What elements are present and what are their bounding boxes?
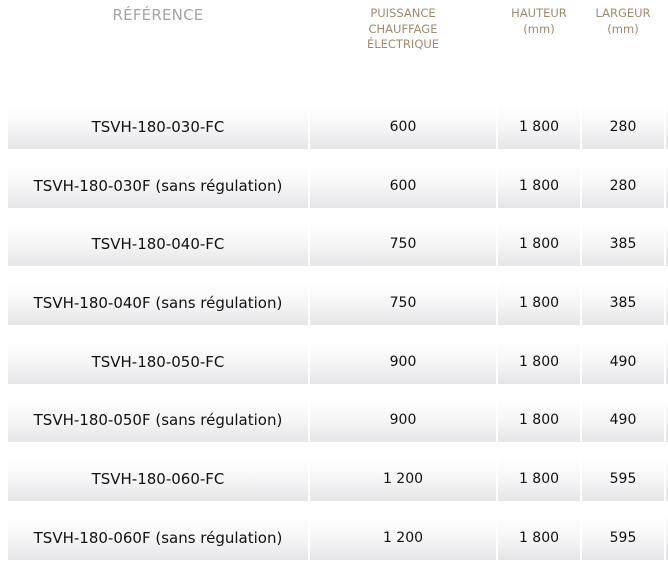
header-hauteur: HAUTEUR (mm) [498, 6, 580, 37]
header-puissance-line: CHAUFFAGE [368, 21, 438, 36]
cell-reference: TSVH-180-050-FC [8, 339, 308, 384]
table-row: TSVH-180-040-FC 750 1 800 385 [0, 214, 668, 273]
cell-puissance: 900 [310, 339, 496, 384]
cell-hauteur: 1 800 [498, 281, 580, 326]
cell-largeur: 490 [582, 398, 664, 443]
cell-hauteur: 1 800 [498, 222, 580, 267]
cell-largeur: 490 [582, 339, 664, 384]
table-header: RÉFÉRENCE PUISSANCE CHAUFFAGE ÉLECTRIQUE… [0, 0, 668, 100]
cell-largeur: 385 [582, 281, 664, 326]
cell-puissance: 900 [310, 398, 496, 443]
cell-puissance: 600 [310, 163, 496, 208]
cell-puissance: 750 [310, 281, 496, 326]
cell-largeur: 595 [582, 515, 664, 560]
header-largeur-line: LARGEUR [595, 6, 651, 20]
cell-puissance: 1 200 [310, 457, 496, 502]
table-row: TSVH-180-040F (sans régulation) 750 1 80… [0, 273, 668, 332]
cell-largeur: 280 [582, 163, 664, 208]
cell-puissance: 750 [310, 222, 496, 267]
cell-hauteur: 1 800 [498, 163, 580, 208]
cell-hauteur: 1 800 [498, 105, 580, 149]
cell-reference: TSVH-180-060-FC [8, 457, 308, 502]
table-body: TSVH-180-030-FC 600 1 800 280 TSVH-180-0… [0, 97, 668, 567]
cell-hauteur: 1 800 [498, 457, 580, 502]
table-row: TSVH-180-060F (sans régulation) 1 200 1 … [0, 508, 668, 567]
header-hauteur-line: HAUTEUR [511, 6, 567, 20]
cell-hauteur: 1 800 [498, 339, 580, 384]
cell-largeur: 280 [582, 105, 664, 149]
table-row: TSVH-180-030F (sans régulation) 600 1 80… [0, 156, 668, 215]
header-reference: RÉFÉRENCE [112, 6, 204, 24]
header-puissance-line: ÉLECTRIQUE [366, 37, 440, 51]
header-puissance: PUISSANCE CHAUFFAGE ÉLECTRIQUE [310, 6, 496, 53]
cell-reference: TSVH-180-040F (sans régulation) [8, 281, 308, 326]
header-puissance-line: PUISSANCE [370, 6, 436, 20]
table-row: TSVH-180-030-FC 600 1 800 280 [0, 97, 668, 156]
cell-reference: TSVH-180-030F (sans régulation) [8, 163, 308, 208]
cell-largeur: 595 [582, 457, 664, 502]
header-largeur: LARGEUR (mm) [582, 6, 664, 37]
cell-hauteur: 1 800 [498, 515, 580, 560]
cell-reference: TSVH-180-060F (sans régulation) [8, 515, 308, 560]
header-largeur-unit: (mm) [607, 21, 639, 36]
table-row: TSVH-180-060-FC 1 200 1 800 595 [0, 449, 668, 508]
table-row: TSVH-180-050F (sans régulation) 900 1 80… [0, 390, 668, 449]
cell-reference: TSVH-180-050F (sans régulation) [8, 398, 308, 443]
cell-reference: TSVH-180-030-FC [8, 105, 308, 149]
cell-reference: TSVH-180-040-FC [8, 222, 308, 267]
cell-puissance: 1 200 [310, 515, 496, 560]
cell-hauteur: 1 800 [498, 398, 580, 443]
cell-largeur: 385 [582, 222, 664, 267]
cell-puissance: 600 [310, 105, 496, 149]
header-hauteur-unit: (mm) [523, 21, 555, 36]
table-row: TSVH-180-050-FC 900 1 800 490 [0, 332, 668, 391]
